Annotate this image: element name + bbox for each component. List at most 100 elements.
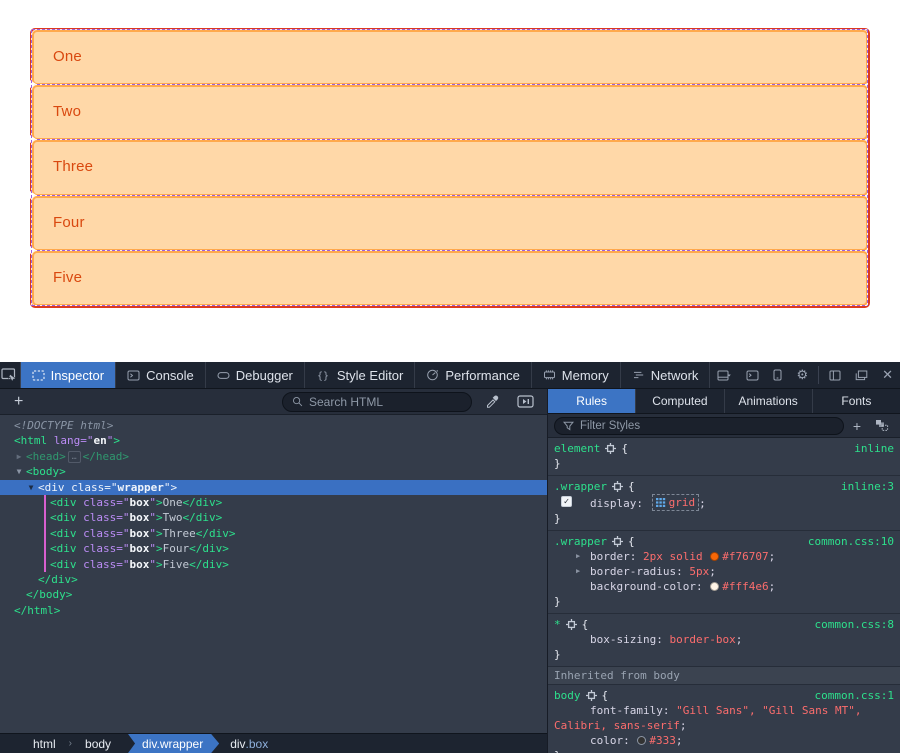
color-swatch[interactable] xyxy=(710,582,719,591)
eyedropper-button[interactable] xyxy=(480,395,504,408)
css-declaration[interactable]: font-family: "Gill Sans", "Gill Sans MT"… xyxy=(554,703,894,733)
expand-twisty-icon[interactable]: ▶ xyxy=(14,449,24,464)
tree-node[interactable]: <div class="box">One</div> xyxy=(0,495,547,510)
code-segment: " xyxy=(149,511,156,524)
tab-inspector[interactable]: Inspector xyxy=(21,362,116,388)
rule-selector[interactable]: body xyxy=(554,688,581,703)
node-picker-button[interactable] xyxy=(0,362,21,388)
breadcrumb-item-div[interactable]: div.box xyxy=(219,734,279,753)
open-brace: { xyxy=(621,441,628,456)
close-brace: } xyxy=(554,594,894,609)
separate-window-icon[interactable] xyxy=(848,362,875,388)
property-value: 5px xyxy=(689,565,709,578)
tree-node[interactable]: <div class="box">Three</div> xyxy=(0,526,547,541)
tree-node[interactable]: <div class="box">Two</div> xyxy=(0,510,547,525)
rule-source-link[interactable]: inline xyxy=(854,441,894,456)
responsive-mode-icon[interactable] xyxy=(766,362,789,388)
code-segment: Five xyxy=(163,558,190,571)
pseudo-class-toggle-button[interactable] xyxy=(870,419,894,432)
breadcrumb-item-html[interactable]: html xyxy=(22,734,67,753)
tree-node[interactable]: ▼<body> xyxy=(0,464,547,479)
tree-node[interactable]: <!DOCTYPE html> xyxy=(0,418,547,433)
close-brace: } xyxy=(554,456,894,471)
css-rules-list: element{inline}.wrapper{inline:3✓display… xyxy=(548,438,900,753)
close-icon[interactable]: ✕ xyxy=(875,362,900,388)
tree-node[interactable]: </html> xyxy=(0,603,547,618)
code-segment: </body> xyxy=(26,588,72,601)
code-segment: > xyxy=(113,434,120,447)
grid-boxes: OneTwoThreeFourFive xyxy=(32,30,868,306)
settings-icon[interactable]: ⚙ xyxy=(789,362,815,388)
css-declaration[interactable]: ▶border: 2px solid #f76707; xyxy=(554,549,894,564)
css-declaration[interactable]: box-sizing: border-box; xyxy=(554,632,894,647)
style-editor-icon: {} xyxy=(316,370,331,381)
property-name: border: xyxy=(590,550,643,563)
highlight-selector-icon[interactable] xyxy=(612,481,623,492)
tree-node[interactable]: </div> xyxy=(0,572,547,587)
grid-highlighter-toggle[interactable]: grid xyxy=(652,494,700,511)
highlight-selector-icon[interactable] xyxy=(566,619,577,630)
rule-source-link[interactable]: common.css:10 xyxy=(808,534,894,549)
add-node-button[interactable]: + xyxy=(8,395,29,409)
filter-styles-input[interactable]: Filter Styles xyxy=(554,417,844,435)
split-console-icon[interactable] xyxy=(739,362,766,388)
tree-node[interactable]: </body> xyxy=(0,587,547,602)
tab-memory[interactable]: Memory xyxy=(532,362,621,388)
tree-node[interactable]: <div class="box">Five</div> xyxy=(0,557,547,572)
code-segment: </div> xyxy=(189,542,229,555)
color-swatch[interactable] xyxy=(710,552,719,561)
paused-overlay-button[interactable] xyxy=(512,395,539,408)
dock-side-icon[interactable] xyxy=(710,362,739,388)
tab-network[interactable]: Network xyxy=(621,362,711,388)
sidebar-tab-computed[interactable]: Computed xyxy=(636,389,724,413)
css-declaration[interactable]: ▶border-radius: 5px; xyxy=(554,564,894,579)
tab-style-editor[interactable]: {}Style Editor xyxy=(305,362,415,388)
sidebar-tab-rules[interactable]: Rules xyxy=(548,389,636,413)
expand-twisty-icon[interactable]: ▼ xyxy=(14,464,24,479)
tab-console[interactable]: Console xyxy=(116,362,206,388)
code-segment: box xyxy=(129,542,149,555)
css-declaration[interactable]: color: #333; xyxy=(554,733,894,748)
rule-selector[interactable]: .wrapper xyxy=(554,479,607,494)
expand-shorthand-icon[interactable]: ▶ xyxy=(576,564,580,579)
css-declaration[interactable]: background-color: #fff4e6; xyxy=(554,579,894,594)
tree-node[interactable]: <div class="box">Four</div> xyxy=(0,541,547,556)
breadcrumb-item-body[interactable]: body xyxy=(74,734,122,753)
css-declaration[interactable]: ✓display: grid; xyxy=(554,494,894,511)
tab-debugger[interactable]: Debugger xyxy=(206,362,305,388)
inherited-from-header: Inherited from body xyxy=(548,667,900,685)
collapsed-content-badge[interactable]: … xyxy=(68,451,81,463)
code-segment: > xyxy=(156,496,163,509)
sidebar-toggle-icon[interactable] xyxy=(822,362,848,388)
rule-selector[interactable]: element xyxy=(554,441,600,456)
rule-source-link[interactable]: inline:3 xyxy=(841,479,894,494)
tree-node[interactable]: ▶<head>…</head> xyxy=(0,449,547,464)
code-segment: lang=" xyxy=(54,434,94,447)
rule-source-link[interactable]: common.css:1 xyxy=(815,688,894,703)
search-placeholder: Search HTML xyxy=(309,395,383,409)
rule-selector[interactable]: * xyxy=(554,617,561,632)
highlight-selector-icon[interactable] xyxy=(605,443,616,454)
grid-wrapper: OneTwoThreeFourFive xyxy=(30,28,870,308)
markup-pane: + Search HTML <!DOCTYPE html><html lang=… xyxy=(0,389,548,753)
sidebar-tab-animations[interactable]: Animations xyxy=(725,389,813,413)
add-rule-button[interactable]: + xyxy=(848,418,866,434)
tree-node-selected[interactable]: ▼<div class="wrapper"> xyxy=(0,480,547,495)
tree-node[interactable]: <html lang="en"> xyxy=(0,433,547,448)
code-segment: wrapper xyxy=(117,481,163,494)
breadcrumb-item-div-wrapper[interactable]: div.wrapper xyxy=(128,734,219,753)
tab-performance[interactable]: Performance xyxy=(415,362,531,388)
highlight-selector-icon[interactable] xyxy=(612,536,623,547)
expand-twisty-icon[interactable]: ▼ xyxy=(26,480,36,495)
expand-shorthand-icon[interactable]: ▶ xyxy=(576,549,580,564)
tab-label: Debugger xyxy=(236,368,293,383)
search-html-input[interactable]: Search HTML xyxy=(282,392,472,412)
close-brace: } xyxy=(554,647,894,662)
color-swatch[interactable] xyxy=(637,736,646,745)
semicolon: ; xyxy=(680,719,687,732)
highlight-selector-icon[interactable] xyxy=(586,690,597,701)
rule-selector[interactable]: .wrapper xyxy=(554,534,607,549)
sidebar-tab-fonts[interactable]: Fonts xyxy=(813,389,900,413)
declaration-enabled-checkbox[interactable]: ✓ xyxy=(561,496,572,507)
rule-source-link[interactable]: common.css:8 xyxy=(815,617,894,632)
